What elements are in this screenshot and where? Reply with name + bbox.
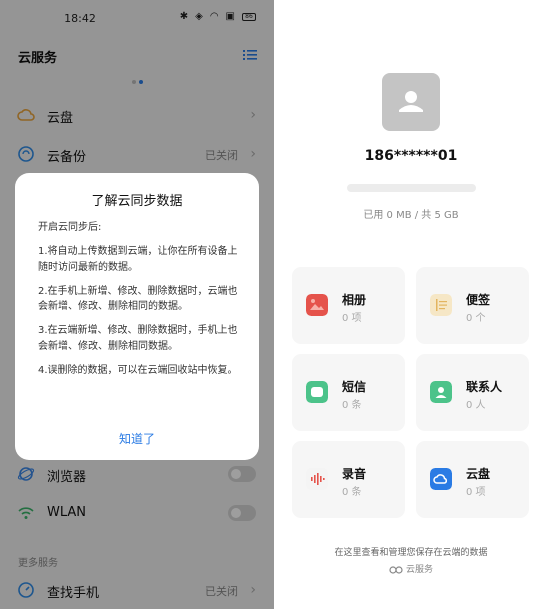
user-silhouette-icon bbox=[399, 91, 423, 112]
card-title: 联系人 bbox=[466, 380, 503, 394]
avatar[interactable] bbox=[382, 73, 440, 131]
footer-brand-label: 云服务 bbox=[405, 565, 433, 575]
dialog-paragraph: 1.将自动上传数据到云端，让你在所有设备上随时访问最新的数据。 bbox=[38, 246, 238, 273]
messages-icon bbox=[306, 381, 328, 403]
card-count: 0 个 bbox=[466, 313, 486, 324]
notes-icon bbox=[430, 294, 452, 316]
dialog-paragraph: 3.在云端新增、修改、删除数据时，手机上也会新增、修改、删除相同数据。 bbox=[38, 325, 238, 352]
cloud-account-overview-screen: 186******01 已用 0 MB / 共 5 GB 相册 0 项 便签 0… bbox=[274, 0, 548, 609]
card-count: 0 人 bbox=[466, 400, 486, 411]
card-title: 云盘 bbox=[466, 467, 491, 481]
storage-usage-text: 已用 0 MB / 共 5 GB bbox=[363, 210, 459, 221]
storage-usage-bar bbox=[347, 184, 476, 192]
card-messages[interactable]: 短信 0 条 bbox=[292, 354, 405, 431]
card-title: 相册 bbox=[342, 293, 367, 307]
card-cloud-drive[interactable]: 云盘 0 项 bbox=[416, 441, 529, 518]
card-recorder[interactable]: 录音 0 条 bbox=[292, 441, 405, 518]
cloud-drive-icon bbox=[430, 468, 452, 490]
card-count: 0 条 bbox=[342, 487, 362, 498]
cloud-sync-info-dialog: 了解云同步数据 开启云同步后: 1.将自动上传数据到云端，让你在所有设备上随时访… bbox=[15, 173, 259, 460]
contacts-icon bbox=[430, 381, 452, 403]
card-title: 录音 bbox=[342, 467, 367, 481]
card-count: 0 条 bbox=[342, 400, 362, 411]
card-title: 便签 bbox=[466, 293, 491, 307]
dialog-paragraph: 2.在手机上新增、修改、删除数据时，云端也会新增、修改、删除相同的数据。 bbox=[38, 285, 238, 313]
dialog-title: 了解云同步数据 bbox=[91, 194, 183, 209]
footer-brand: 云服务 bbox=[274, 562, 548, 575]
recorder-icon bbox=[306, 468, 328, 490]
account-phone-number: 186******01 bbox=[364, 148, 458, 164]
card-gallery[interactable]: 相册 0 项 bbox=[292, 267, 405, 344]
dialog-paragraph: 开启云同步后: bbox=[38, 222, 102, 233]
dialog-body: 开启云同步后: 1.将自动上传数据到云端，让你在所有设备上随时访问最新的数据。 … bbox=[38, 220, 238, 387]
cloud-service-settings-screen: 18:42 ✱ ◈ ◠ ▣ 86 云服务 云盘 › 云备份 已关闭 › 浏览器 … bbox=[0, 0, 274, 609]
card-title: 短信 bbox=[342, 380, 367, 394]
card-notes[interactable]: 便签 0 个 bbox=[416, 267, 529, 344]
got-it-button[interactable]: 知道了 bbox=[15, 430, 259, 447]
cloud-service-logo-icon bbox=[389, 565, 403, 574]
dialog-paragraph: 4.误删除的数据，可以在云端回收站中恢复。 bbox=[38, 364, 238, 376]
card-count: 0 项 bbox=[342, 313, 362, 324]
footer-description: 在这里查看和管理您保存在云端的数据 bbox=[334, 548, 488, 558]
gallery-icon bbox=[306, 294, 328, 316]
card-contacts[interactable]: 联系人 0 人 bbox=[416, 354, 529, 431]
card-count: 0 项 bbox=[466, 487, 486, 498]
